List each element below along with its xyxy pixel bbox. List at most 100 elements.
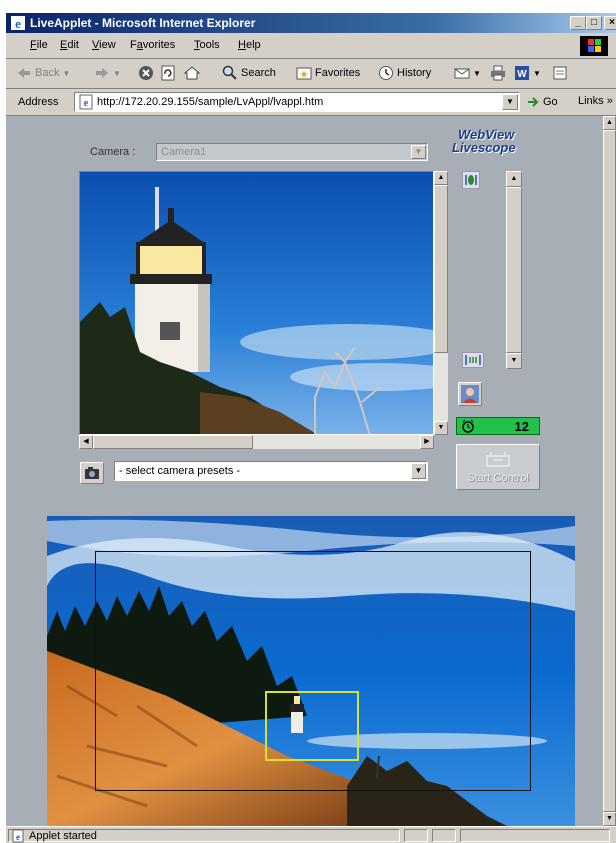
svg-text:e: e [16,832,20,842]
panorama-view[interactable] [47,516,575,826]
zoom-tele-icon [465,175,477,185]
start-control-label: Start Control [467,472,529,484]
back-dropdown-icon: ▼ [62,68,71,78]
brand-logo: WebView Livescope [452,127,516,155]
status-cell-1 [404,829,428,842]
print-button[interactable] [490,65,506,81]
refresh-button[interactable] [160,65,176,81]
ie-icon: e [11,16,25,31]
mail-button[interactable]: ▼ [454,65,481,81]
zoom-in-button[interactable] [462,171,480,189]
maximize-button[interactable]: □ [586,16,602,30]
status-bar: e Applet started [6,826,616,843]
video-hscroll-thumb[interactable] [93,435,253,449]
preset-select[interactable]: - select camera presets - ▼ [114,461,428,481]
close-button[interactable]: × [604,16,616,30]
back-arrow-icon [18,68,30,78]
operator-button[interactable] [458,382,482,406]
preset-select-value: - select camera presets - [119,465,241,477]
address-bar: Address e http://172.20.29.155/sample/Lv… [6,89,616,116]
stop-button[interactable] [138,65,154,81]
current-view-frame[interactable] [265,691,359,761]
status-page-icon: e [12,829,24,843]
discuss-icon [553,66,567,80]
camera-dropdown-icon[interactable]: ▼ [411,145,426,159]
preset-dropdown-icon[interactable]: ▼ [411,463,426,479]
zoom-counter: 12 [456,417,540,435]
forward-arrow-icon [96,68,108,78]
video-scroll-up-icon[interactable]: ▲ [434,171,448,185]
links-button[interactable]: Links » [578,95,613,107]
timer-clock-icon [462,419,474,433]
camera-select[interactable]: Camera1 ▼ [156,143,428,161]
home-button[interactable] [184,65,200,81]
menu-view[interactable]: View [92,39,116,51]
home-icon [184,66,200,80]
status-zone-cell [460,829,610,842]
address-dropdown-icon[interactable]: ▼ [502,94,518,110]
operator-person-icon [461,385,479,403]
camera-label: Camera : [90,146,136,158]
discuss-button[interactable] [552,65,568,81]
video-hscrollbar[interactable]: ◀ ▶ [79,435,434,449]
svg-text:e: e [84,98,89,109]
zoom-up-icon[interactable]: ▲ [506,171,522,187]
page-scroll-down-icon[interactable]: ▼ [603,812,616,826]
history-button[interactable]: History [378,65,431,81]
windows-logo-icon [580,36,608,56]
menu-favorites[interactable]: Favorites [130,39,175,51]
live-video-view[interactable] [79,171,434,435]
video-scroll-right-icon[interactable]: ▶ [420,435,434,449]
edit-button[interactable]: W ▼ [514,65,541,81]
snapshot-button[interactable] [80,462,104,484]
zoom-out-button[interactable] [462,352,484,368]
status-text: Applet started [29,830,97,842]
camera-snapshot-icon [85,467,99,479]
video-scroll-down-icon[interactable]: ▼ [434,421,448,435]
address-url: http://172.20.29.155/sample/LvAppl/lvapp… [97,96,324,108]
history-icon [379,66,393,80]
back-button[interactable]: Back ▼ [16,65,70,81]
search-icon [222,65,237,80]
favorites-folder-icon [296,67,312,80]
video-scroll-left-icon[interactable]: ◀ [79,435,93,449]
minimize-button[interactable]: _ [570,16,586,30]
menu-help[interactable]: Help [238,39,261,51]
status-cell-2 [432,829,456,842]
zoom-down-icon[interactable]: ▼ [506,353,522,369]
video-vscroll-thumb[interactable] [434,185,448,353]
zoom-wide-icon [465,355,481,365]
zoom-counter-value: 12 [514,419,529,434]
refresh-icon [161,65,175,81]
applet-area: Camera : Camera1 ▼ WebView Livescope ▲ ▼… [6,116,603,826]
go-arrow-icon [528,97,539,107]
address-label: Address [18,96,59,108]
page-scroll-up-icon[interactable]: ▲ [603,116,616,130]
title-bar[interactable]: e LiveApplet - Microsoft Internet Explor… [6,13,616,33]
menu-bar: File Edit View Favorites Tools Help [6,33,616,59]
control-panel-icon [486,452,510,467]
forward-dropdown-icon: ▼ [113,68,121,78]
page-vscroll-thumb[interactable] [603,130,616,812]
mail-dropdown-icon: ▼ [473,68,481,78]
forward-button[interactable]: ▼ [94,65,121,81]
go-button[interactable]: Go [526,95,558,109]
standard-toolbar: Back ▼ ▼ Search Favorites History ▼ W ▼ [6,59,616,89]
menu-file[interactable]: File [30,39,48,51]
svg-text:e: e [15,16,21,31]
camera-select-value: Camera1 [161,146,207,158]
page-vscrollbar[interactable]: ▲ ▼ [603,116,616,826]
address-input[interactable]: e http://172.20.29.155/sample/LvAppl/lva… [74,92,520,112]
mail-icon [454,68,470,79]
status-text-cell: e Applet started [8,829,400,843]
zoom-slider[interactable]: ▲ ▼ [506,171,522,369]
svg-text:W: W [517,69,527,80]
favorites-button[interactable]: Favorites [296,65,360,81]
zoom-slider-thumb[interactable] [506,187,522,353]
search-button[interactable]: Search [222,65,276,81]
window-title: LiveApplet - Microsoft Internet Explorer [30,16,256,30]
menu-edit[interactable]: Edit [60,39,79,51]
menu-tools[interactable]: Tools [194,39,220,51]
start-control-button[interactable]: Start Control [456,444,540,490]
video-vscrollbar[interactable]: ▲ ▼ [434,171,448,435]
